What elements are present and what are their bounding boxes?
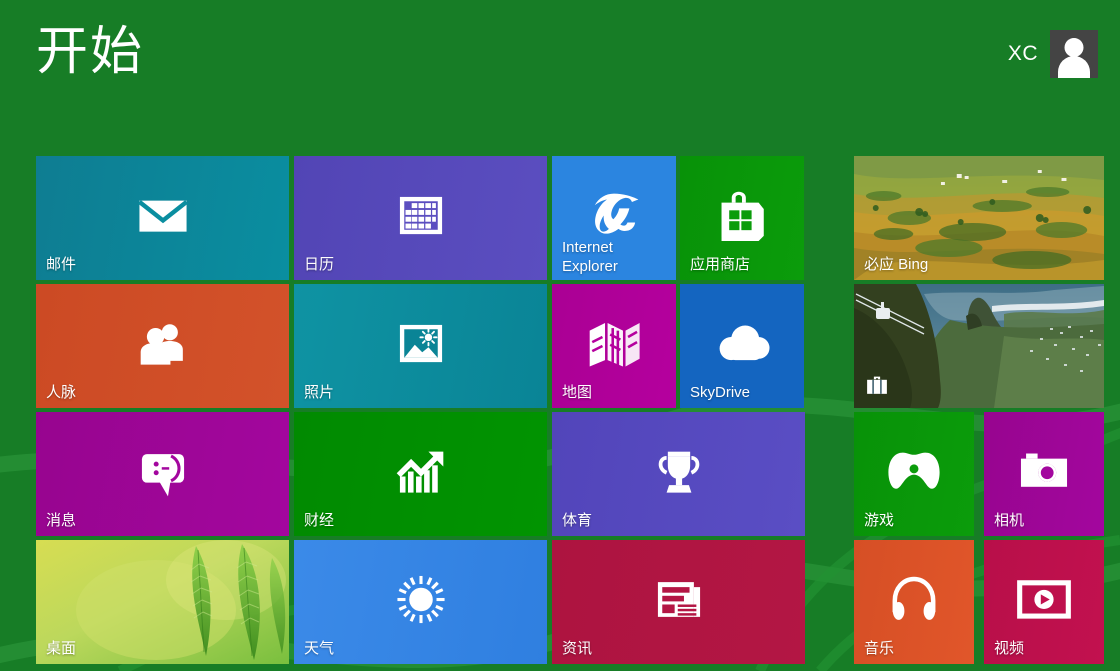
tile-finance[interactable]: 财经 xyxy=(294,412,547,536)
sun-icon xyxy=(294,569,547,631)
tile-label-photos: 照片 xyxy=(304,384,334,402)
tile-label-games: 游戏 xyxy=(864,512,894,530)
tile-label-messaging: 消息 xyxy=(46,512,76,530)
trophy-icon xyxy=(552,441,805,503)
tile-travel[interactable] xyxy=(854,284,1104,408)
people-icon xyxy=(36,313,289,375)
avatar-head-shape xyxy=(1065,38,1084,57)
travel-photo xyxy=(854,284,1104,408)
tile-mail[interactable]: 邮件 xyxy=(36,156,289,280)
calendar-icon xyxy=(294,185,547,247)
tile-label-music: 音乐 xyxy=(864,640,894,658)
smiley-bubble-icon xyxy=(36,441,289,503)
tile-label-desktop: 桌面 xyxy=(46,640,76,658)
tile-news[interactable]: 资讯 xyxy=(552,540,805,664)
tile-label-sports: 体育 xyxy=(562,512,592,530)
tile-label-maps: 地图 xyxy=(562,384,592,402)
tile-photos[interactable]: 照片 xyxy=(294,284,547,408)
tile-calendar[interactable]: 日历 xyxy=(294,156,547,280)
tile-ie[interactable]: Internet Explorer xyxy=(552,156,676,280)
picture-icon xyxy=(294,313,547,375)
tile-label-calendar: 日历 xyxy=(304,256,334,274)
cloud-icon xyxy=(680,311,804,375)
tile-label-bing: 必应 Bing xyxy=(864,256,928,274)
suitcase-icon xyxy=(864,372,890,398)
chart-up-icon xyxy=(294,441,547,503)
user-name: XC xyxy=(1008,42,1038,66)
tile-desktop[interactable]: 桌面 xyxy=(36,540,289,664)
tile-label-news: 资讯 xyxy=(562,640,592,658)
tile-video[interactable]: 视频 xyxy=(984,540,1104,664)
tile-skydrive[interactable]: SkyDrive xyxy=(680,284,804,408)
tile-label-ie: Internet Explorer xyxy=(562,238,618,276)
tile-store[interactable]: 应用商店 xyxy=(680,156,804,280)
store-bag-icon xyxy=(680,183,804,247)
avatar-body-shape xyxy=(1058,56,1090,78)
user-account-area[interactable]: XC xyxy=(1008,30,1098,78)
newspaper-icon xyxy=(552,569,805,631)
tile-label-store: 应用商店 xyxy=(690,256,750,274)
tile-music[interactable]: 音乐 xyxy=(854,540,974,664)
camera-icon xyxy=(984,439,1104,503)
tile-weather[interactable]: 天气 xyxy=(294,540,547,664)
envelope-icon xyxy=(36,185,289,247)
tile-label-mail: 邮件 xyxy=(46,256,76,274)
tile-label-weather: 天气 xyxy=(304,640,334,658)
tile-messaging[interactable]: 消息 xyxy=(36,412,289,536)
gamepad-icon xyxy=(854,439,974,503)
tile-label-skydrive: SkyDrive xyxy=(690,384,750,402)
map-icon xyxy=(552,311,676,375)
page-title: 开始 xyxy=(36,20,144,84)
avatar[interactable] xyxy=(1050,30,1098,78)
tile-games[interactable]: 游戏 xyxy=(854,412,974,536)
tile-label-finance: 财经 xyxy=(304,512,334,530)
tile-camera[interactable]: 相机 xyxy=(984,412,1104,536)
tile-sports[interactable]: 体育 xyxy=(552,412,805,536)
start-header: 开始 XC xyxy=(0,0,1120,130)
tile-label-camera: 相机 xyxy=(994,512,1024,530)
tile-label-video: 视频 xyxy=(994,640,1024,658)
tile-label-people: 人脉 xyxy=(46,384,76,402)
headphones-icon xyxy=(854,567,974,631)
tile-bing[interactable]: 必应 Bing xyxy=(854,156,1104,280)
play-screen-icon xyxy=(984,567,1104,631)
tile-maps[interactable]: 地图 xyxy=(552,284,676,408)
tile-people[interactable]: 人脉 xyxy=(36,284,289,408)
